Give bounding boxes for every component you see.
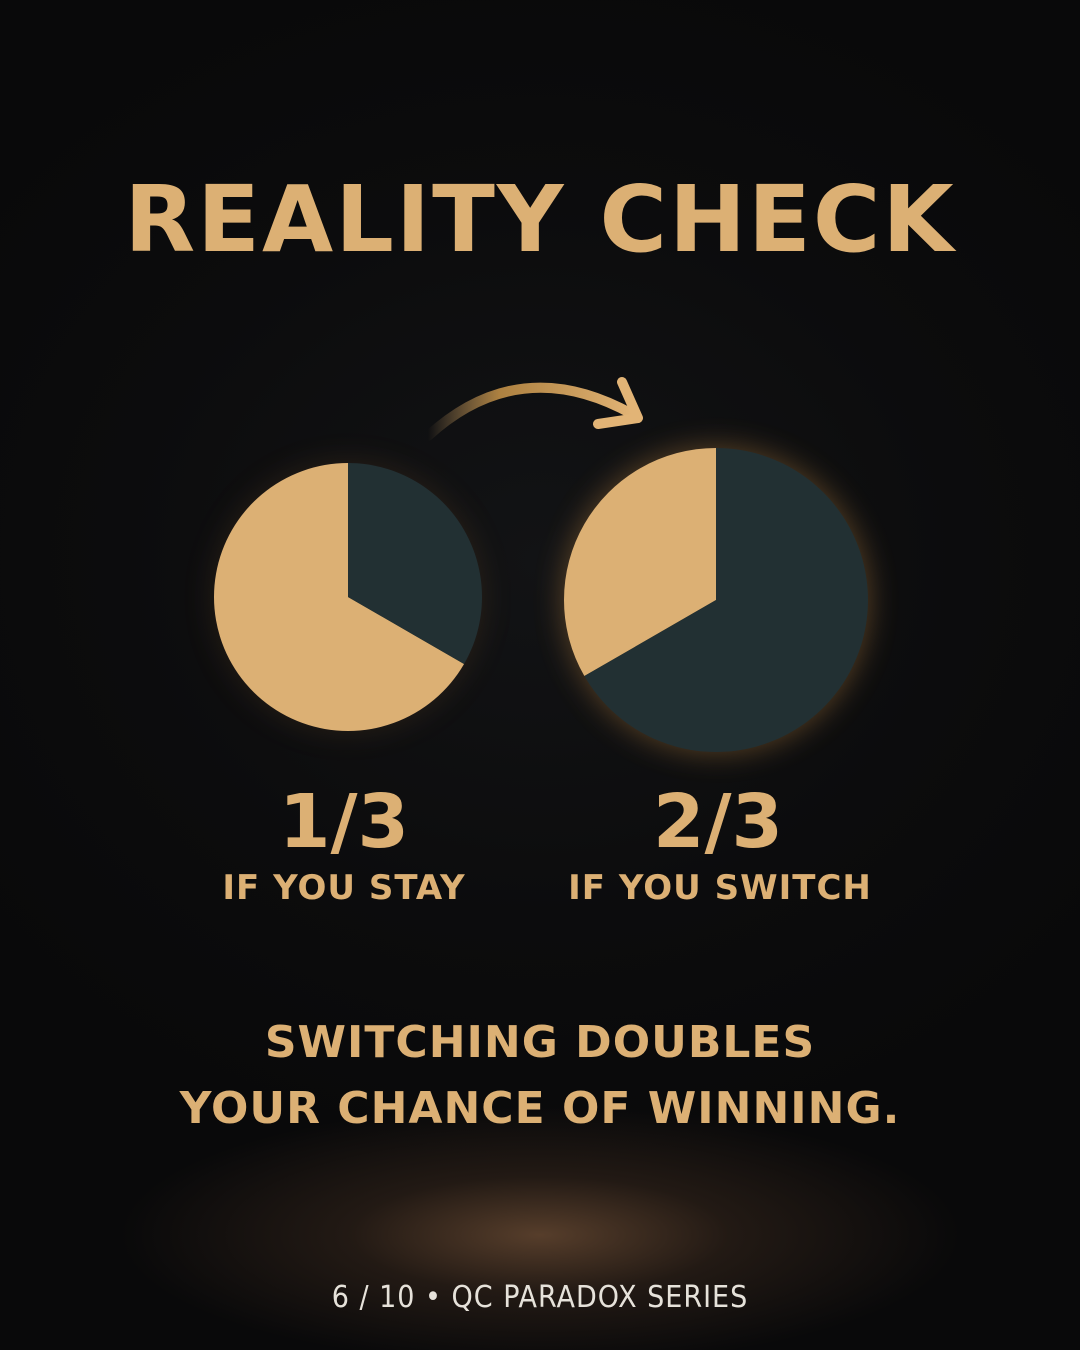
conclusion-text: SWITCHING DOUBLES YOUR CHANCE OF WINNING… <box>0 1010 1080 1142</box>
curved-arrow-right-icon <box>423 377 643 441</box>
series-footer: 6 / 10 • QC PARADOX SERIES <box>331 1280 749 1315</box>
stay-probability-value: 1/3 <box>278 779 409 865</box>
pie-charts <box>212 377 870 754</box>
slide: REALITY CHECK 1/3 IF YOU STAY 2/3 IF YOU… <box>0 0 1080 1350</box>
conclusion-line-1: SWITCHING DOUBLES <box>264 1017 816 1068</box>
switch-caption: IF YOU SWITCH <box>568 868 872 908</box>
switch-probability-value: 2/3 <box>652 779 783 865</box>
conclusion-line-2: YOUR CHANCE OF WINNING. <box>179 1083 901 1134</box>
